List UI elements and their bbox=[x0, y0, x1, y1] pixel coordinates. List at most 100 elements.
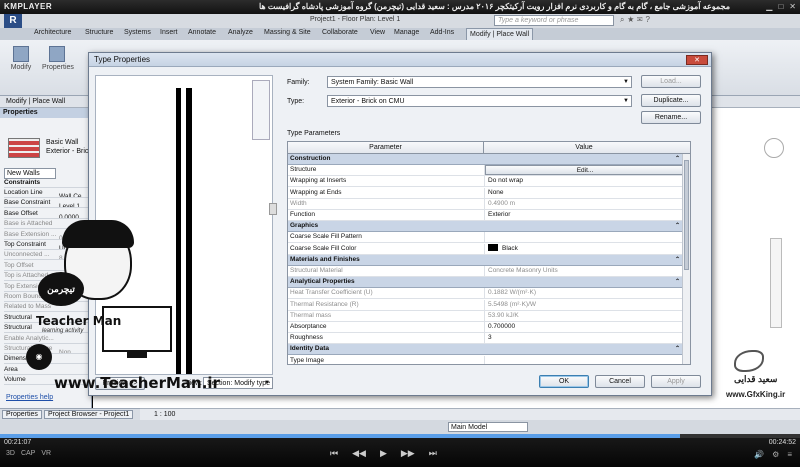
tab-structure[interactable]: Structure bbox=[85, 29, 113, 36]
tab-architecture[interactable]: Architecture bbox=[34, 29, 71, 36]
ok-button[interactable]: OK bbox=[539, 375, 589, 388]
parameter-row[interactable]: Coarse Scale Fill Color Black bbox=[288, 243, 684, 255]
parameter-value[interactable]: Concrete Masonry Units bbox=[484, 266, 684, 276]
parameter-row[interactable]: Type Image bbox=[288, 355, 684, 364]
property-row[interactable]: Base Constraint Level 1 bbox=[4, 198, 90, 209]
transport-4-icon[interactable]: ⏭ bbox=[429, 448, 437, 459]
parameter-value bbox=[484, 277, 684, 287]
transport-0-icon[interactable]: ⏮ bbox=[330, 448, 338, 459]
parameter-row[interactable]: Thermal Resistance (R) 5.5498 (m²·K)/W bbox=[288, 299, 684, 311]
tab-manage[interactable]: Manage bbox=[394, 29, 419, 36]
parameter-value[interactable]: 0.4900 m bbox=[484, 198, 684, 209]
parameter-value[interactable] bbox=[484, 355, 684, 364]
parameter-row[interactable]: Structural Material Concrete Masonry Unit… bbox=[288, 266, 684, 277]
parameter-name: Materials and Finishes bbox=[290, 255, 360, 263]
parameter-value[interactable]: Edit... bbox=[484, 165, 684, 176]
utility-1-icon[interactable]: ⚙ bbox=[772, 450, 779, 459]
close-icon[interactable]: ✕ bbox=[789, 2, 796, 11]
revit-app-menu-icon[interactable]: R bbox=[4, 14, 22, 28]
collapse-icon[interactable]: ⌃ bbox=[675, 221, 680, 231]
rename-button[interactable]: Rename... bbox=[641, 111, 701, 124]
parameter-row[interactable]: Roughness 3 bbox=[288, 333, 684, 345]
minimize-icon[interactable]: ▁ bbox=[766, 2, 772, 11]
parameter-row[interactable]: Width 0.4900 m bbox=[288, 198, 684, 210]
edit-structure-button[interactable]: Edit... bbox=[485, 165, 684, 176]
load-button[interactable]: Load... bbox=[641, 75, 701, 88]
cancel-button[interactable]: Cancel bbox=[595, 375, 645, 388]
tab-collaborate[interactable]: Collaborate bbox=[322, 29, 358, 36]
properties-button[interactable]: Properties bbox=[42, 46, 74, 71]
search-input[interactable]: Type a keyword or phrase bbox=[494, 15, 614, 26]
parameter-group-row[interactable]: Construction ⌃ bbox=[288, 154, 684, 165]
constraints-group[interactable]: Constraints bbox=[4, 178, 90, 188]
tab-properties[interactable]: Properties bbox=[2, 410, 42, 419]
parameter-value[interactable]: Exterior bbox=[484, 210, 684, 220]
tab-add-ins[interactable]: Add-Ins bbox=[430, 29, 454, 36]
mode-0-icon[interactable]: 3D bbox=[6, 450, 15, 457]
view-cube-icon[interactable] bbox=[764, 138, 784, 158]
parameter-row[interactable]: Function Exterior bbox=[288, 210, 684, 221]
preview-navigation-icon[interactable] bbox=[252, 80, 270, 140]
tab-systems[interactable]: Systems bbox=[124, 29, 151, 36]
utility-0-icon[interactable]: 🔊 bbox=[754, 450, 764, 459]
family-label: Family: bbox=[287, 79, 310, 86]
collapse-icon[interactable]: ⌃ bbox=[675, 255, 680, 265]
parameter-row[interactable]: Thermal mass 53.90 kJ/K bbox=[288, 310, 684, 322]
transport-2-icon[interactable]: ▶ bbox=[380, 448, 387, 459]
parameter-row[interactable]: Heat Transfer Coefficient (U) 0.1882 W/(m… bbox=[288, 288, 684, 300]
tab-insert[interactable]: Insert bbox=[160, 29, 178, 36]
collapse-icon[interactable]: ⌃ bbox=[675, 344, 680, 354]
scrollbar-thumb[interactable] bbox=[684, 160, 689, 270]
parameter-row[interactable]: Absorptance 0.700000 bbox=[288, 322, 684, 333]
transport-1-icon[interactable]: ◀◀ bbox=[352, 448, 366, 459]
parameter-value[interactable]: Do not wrap bbox=[484, 176, 684, 187]
infocenter-icons[interactable]: ⌕★✉? bbox=[620, 15, 653, 25]
active-model-select[interactable]: Main Model bbox=[448, 422, 528, 432]
tab-project-browser[interactable]: Project Browser - Project1 bbox=[44, 410, 134, 419]
tab-analyze[interactable]: Analyze bbox=[228, 29, 253, 36]
table-scrollbar[interactable] bbox=[682, 154, 690, 364]
parameter-name: Function bbox=[290, 211, 315, 218]
collapse-icon[interactable]: ⌃ bbox=[675, 154, 680, 164]
collapse-icon[interactable]: ⌃ bbox=[675, 277, 680, 287]
parameter-value[interactable]: 5.5498 (m²·K)/W bbox=[484, 299, 684, 310]
parameter-value[interactable]: Black bbox=[484, 243, 684, 254]
preview-splitter[interactable] bbox=[269, 203, 277, 215]
parameter-row[interactable]: Wrapping at Ends None bbox=[288, 187, 684, 199]
parameter-group-row[interactable]: Analytical Properties ⌃ bbox=[288, 277, 684, 289]
parameter-row[interactable]: Wrapping at Inserts Do not wrap bbox=[288, 176, 684, 188]
parameter-value[interactable]: 53.90 kJ/K bbox=[484, 310, 684, 321]
revit-title-bar: R Project1 - Floor Plan: Level 1 Type a … bbox=[0, 14, 800, 28]
mode-2-icon[interactable]: VR bbox=[41, 450, 51, 457]
signature-icon bbox=[734, 350, 764, 372]
parameter-row[interactable]: Structure Edit... bbox=[288, 165, 684, 177]
parameter-group-row[interactable]: Graphics ⌃ bbox=[288, 221, 684, 233]
tab-modify-place-wall[interactable]: Modify | Place Wall bbox=[466, 28, 534, 40]
navigation-bar[interactable] bbox=[770, 238, 782, 328]
type-selector[interactable]: Basic Wall Exterior - Brick bbox=[46, 138, 92, 156]
view-scale[interactable]: 1 : 100 bbox=[154, 411, 175, 418]
type-select[interactable]: Exterior - Brick on CMU ▼ bbox=[327, 95, 632, 107]
seek-bar[interactable] bbox=[0, 434, 800, 438]
parameter-row[interactable]: Coarse Scale Fill Pattern bbox=[288, 232, 684, 244]
maximize-icon[interactable]: □ bbox=[778, 2, 783, 11]
close-button[interactable]: ✕ bbox=[686, 55, 708, 65]
parameter-value[interactable]: 3 bbox=[484, 333, 684, 344]
parameter-value[interactable] bbox=[484, 232, 684, 243]
parameter-value[interactable]: None bbox=[484, 187, 684, 198]
tab-massing-site[interactable]: Massing & Site bbox=[264, 29, 311, 36]
property-row[interactable]: Location Line Wall Ce bbox=[4, 188, 90, 198]
tab-annotate[interactable]: Annotate bbox=[188, 29, 216, 36]
transport-3-icon[interactable]: ▶▶ bbox=[401, 448, 415, 459]
modify-button[interactable]: Modify bbox=[6, 46, 36, 71]
parameter-value[interactable]: 0.1882 W/(m²·K) bbox=[484, 288, 684, 299]
mode-1-icon[interactable]: CAP bbox=[21, 450, 35, 457]
tab-view[interactable]: View bbox=[370, 29, 385, 36]
parameter-group-row[interactable]: Identity Data ⌃ bbox=[288, 344, 684, 356]
family-select[interactable]: System Family: Basic Wall ▼ bbox=[327, 76, 632, 88]
utility-2-icon[interactable]: ≡ bbox=[787, 450, 792, 459]
parameter-group-row[interactable]: Materials and Finishes ⌃ bbox=[288, 254, 684, 266]
duplicate-button[interactable]: Duplicate... bbox=[641, 94, 701, 107]
apply-button[interactable]: Apply bbox=[651, 375, 701, 388]
parameter-value[interactable]: 0.700000 bbox=[484, 322, 684, 332]
